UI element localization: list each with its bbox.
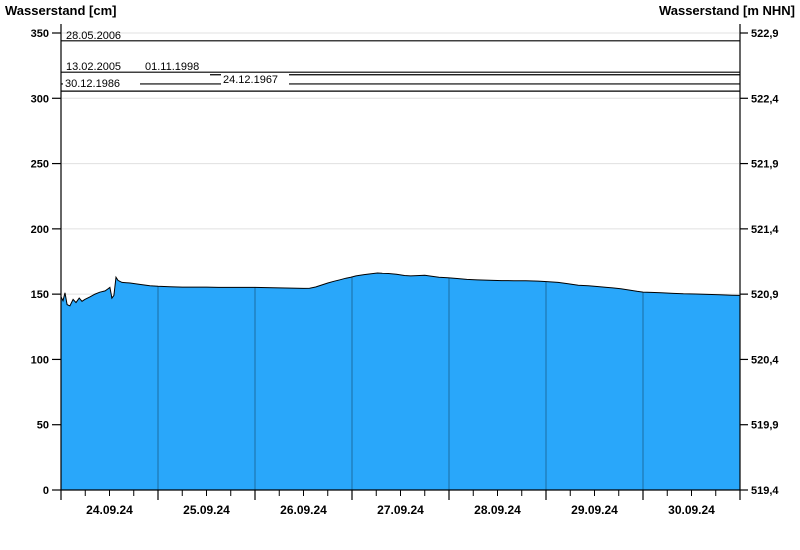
reference-line-label: 13.02.2005: [66, 61, 121, 73]
left-tick-label: 0: [43, 485, 49, 497]
x-date-label: 25.09.24: [183, 503, 230, 517]
left-tick-label: 150: [31, 289, 49, 301]
x-axis-ticks: 24.09.24 25.09.24 26.09.24 27.09.24 28.09.24…: [60, 490, 741, 517]
left-axis-ticks: 350 300 250 200 150 100 50 0: [31, 28, 61, 497]
water-level-chart: Wasserstand [cm] Wasserstand [m NHN] 28.…: [0, 0, 800, 550]
left-tick-label: 200: [31, 224, 49, 236]
reference-line-label: 30.12.1986: [65, 78, 120, 90]
reference-line-label: 01.11.1998: [145, 61, 199, 73]
chart-canvas: Wasserstand [cm] Wasserstand [m NHN] 28.…: [5, 3, 795, 517]
x-date-label: 29.09.24: [571, 503, 618, 517]
x-date-label: 28.09.24: [474, 503, 521, 517]
x-date-label: 24.09.24: [86, 503, 133, 517]
right-tick-label: 522,9: [751, 28, 779, 40]
right-tick-label: 520,9: [751, 289, 779, 301]
left-tick-label: 100: [31, 354, 49, 366]
water-level-area: [61, 273, 740, 490]
right-tick-label: 520,4: [751, 354, 779, 366]
reference-line-label: 24.12.1967: [223, 74, 278, 86]
right-tick-label: 521,4: [751, 224, 779, 236]
x-date-label: 26.09.24: [280, 503, 327, 517]
left-tick-label: 250: [31, 159, 49, 171]
x-date-label: 27.09.24: [377, 503, 424, 517]
reference-line-label: 28.05.2006: [66, 30, 121, 42]
right-tick-label: 522,4: [751, 93, 779, 105]
right-axis-title: Wasserstand [m NHN]: [659, 3, 795, 18]
x-date-label: 30.09.24: [668, 503, 715, 517]
water-level-series: [61, 273, 740, 490]
plot-area: 28.05.2006 13.02.2005 01.11.1998 24.12.1967…: [31, 24, 779, 517]
left-axis-title: Wasserstand [cm]: [5, 3, 117, 18]
left-tick-label: 50: [37, 420, 49, 432]
left-tick-label: 300: [31, 93, 49, 105]
left-tick-label: 350: [31, 28, 49, 40]
reference-lines: 28.05.2006 13.02.2005 01.11.1998 24.12.1967…: [61, 30, 740, 92]
right-axis-ticks: 522,9 522,4 521,9 521,4 520,9 520,4 519,9 519,4: [740, 28, 779, 497]
right-tick-label: 519,4: [751, 485, 779, 497]
right-tick-label: 519,9: [751, 420, 779, 432]
right-tick-label: 521,9: [751, 159, 779, 171]
